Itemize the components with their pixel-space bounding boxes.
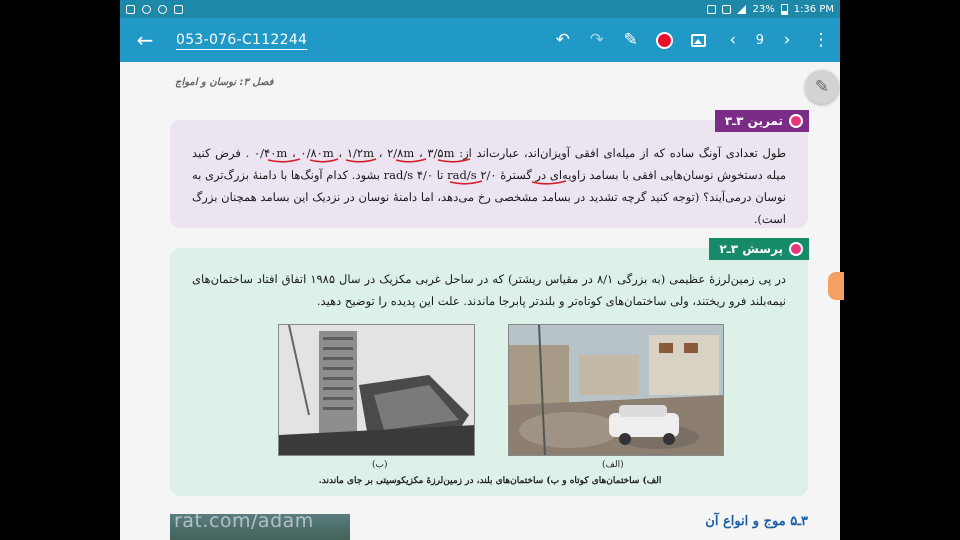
document-page[interactable]: فصل ۳: نوسان و امواج ✎ تمرین ۳ـ۳ طول تعد… xyxy=(120,62,840,540)
chevron-left-icon: ‹ xyxy=(729,30,737,50)
wifi-icon xyxy=(722,4,732,14)
insert-image-button[interactable] xyxy=(688,29,710,51)
street-rubble-illustration xyxy=(509,325,723,455)
clock: 1:36 PM xyxy=(793,3,834,15)
status-bar: 23% 1:36 PM xyxy=(120,0,840,18)
color-swatch-icon xyxy=(656,31,674,49)
side-panel-handle[interactable] xyxy=(828,272,844,300)
status-notifications xyxy=(126,4,183,14)
pen-color-button[interactable] xyxy=(654,29,676,51)
signal-icon xyxy=(737,4,747,14)
app-toolbar: ← 053-076-C112244 ↶ ↷ ✎ ‹ 9 › ⋮ xyxy=(120,18,840,62)
page-number[interactable]: 9 xyxy=(756,33,764,48)
cast-icon xyxy=(707,4,717,14)
back-button[interactable]: ← xyxy=(128,23,162,57)
app-window: 23% 1:36 PM ← 053-076-C112244 ↶ ↷ ✎ ‹ 9 … xyxy=(120,0,840,540)
question-tag: پرسش ۳ـ۲ xyxy=(709,238,809,260)
pen-tool-button[interactable]: ✎ xyxy=(620,29,642,51)
question-text: در پی زمین‌لرزهٔ عظیمی (به بزرگی ۸/۱ در … xyxy=(192,272,786,308)
collapsed-building-illustration xyxy=(279,325,474,455)
mail-icon xyxy=(126,4,135,14)
edit-fab-button[interactable]: ✎ xyxy=(805,70,839,104)
section-heading: ۳ـ۵ موج و انواع آن xyxy=(705,514,808,529)
question-tag-label: پرسش ۳ـ۲ xyxy=(719,242,783,256)
undo-button[interactable]: ↶ xyxy=(552,29,574,51)
telegram-icon xyxy=(158,4,167,14)
chapter-header: فصل ۳: نوسان و امواج xyxy=(175,77,274,88)
device-screen: 23% 1:36 PM ← 053-076-C112244 ↶ ↷ ✎ ‹ 9 … xyxy=(0,0,960,540)
video-thumbnail[interactable]: rat.com/adam xyxy=(170,514,350,540)
question-box: پرسش ۳ـ۲ در پی زمین‌لرزهٔ عظیمی (به بزرگ… xyxy=(170,238,809,496)
redo-icon: ↷ xyxy=(589,30,604,50)
status-system: 23% 1:36 PM xyxy=(707,3,834,15)
exercise-tag-label: تمرین ۳ـ۳ xyxy=(724,114,783,128)
notification-icon xyxy=(174,4,183,14)
photo-b-caption: (ب) xyxy=(372,460,388,470)
photo-a-caption: (الف) xyxy=(602,460,624,470)
exercise-box: تمرین ۳ـ۳ طول تعدادی آونگ ساده که از میل… xyxy=(170,110,809,228)
undo-icon: ↶ xyxy=(555,30,570,50)
toolbar-actions: ↶ ↷ ✎ ‹ 9 › ⋮ xyxy=(552,29,832,51)
chevron-right-icon: › xyxy=(783,30,791,50)
earthquake-photo-street xyxy=(508,324,724,456)
exercise-text: طول تعدادی آونگ ساده که از میله‌ای افقی … xyxy=(192,146,787,226)
overflow-menu-button[interactable]: ⋮ xyxy=(810,29,832,51)
image-icon xyxy=(691,33,707,47)
battery-level: 23% xyxy=(752,3,775,15)
redo-button[interactable]: ↷ xyxy=(586,29,608,51)
whatsapp-icon xyxy=(142,4,151,14)
watermark-text: rat.com/adam xyxy=(174,514,314,532)
arrow-left-icon: ← xyxy=(136,28,154,52)
exercise-tag: تمرین ۳ـ۳ xyxy=(714,110,809,132)
pencil-icon: ✎ xyxy=(814,77,830,97)
bullet-icon xyxy=(789,114,803,128)
pencil-icon: ✎ xyxy=(623,30,638,50)
earthquake-photo-building xyxy=(278,324,475,456)
document-title: 053-076-C112244 xyxy=(176,32,308,48)
more-vertical-icon: ⋮ xyxy=(812,30,830,50)
next-page-button[interactable]: › xyxy=(776,29,798,51)
battery-icon xyxy=(780,3,788,15)
figure-caption: الف) ساختمان‌های کوتاه و ب) ساختمان‌های … xyxy=(318,476,662,486)
previous-page-button[interactable]: ‹ xyxy=(722,29,744,51)
bullet-icon xyxy=(789,242,803,256)
